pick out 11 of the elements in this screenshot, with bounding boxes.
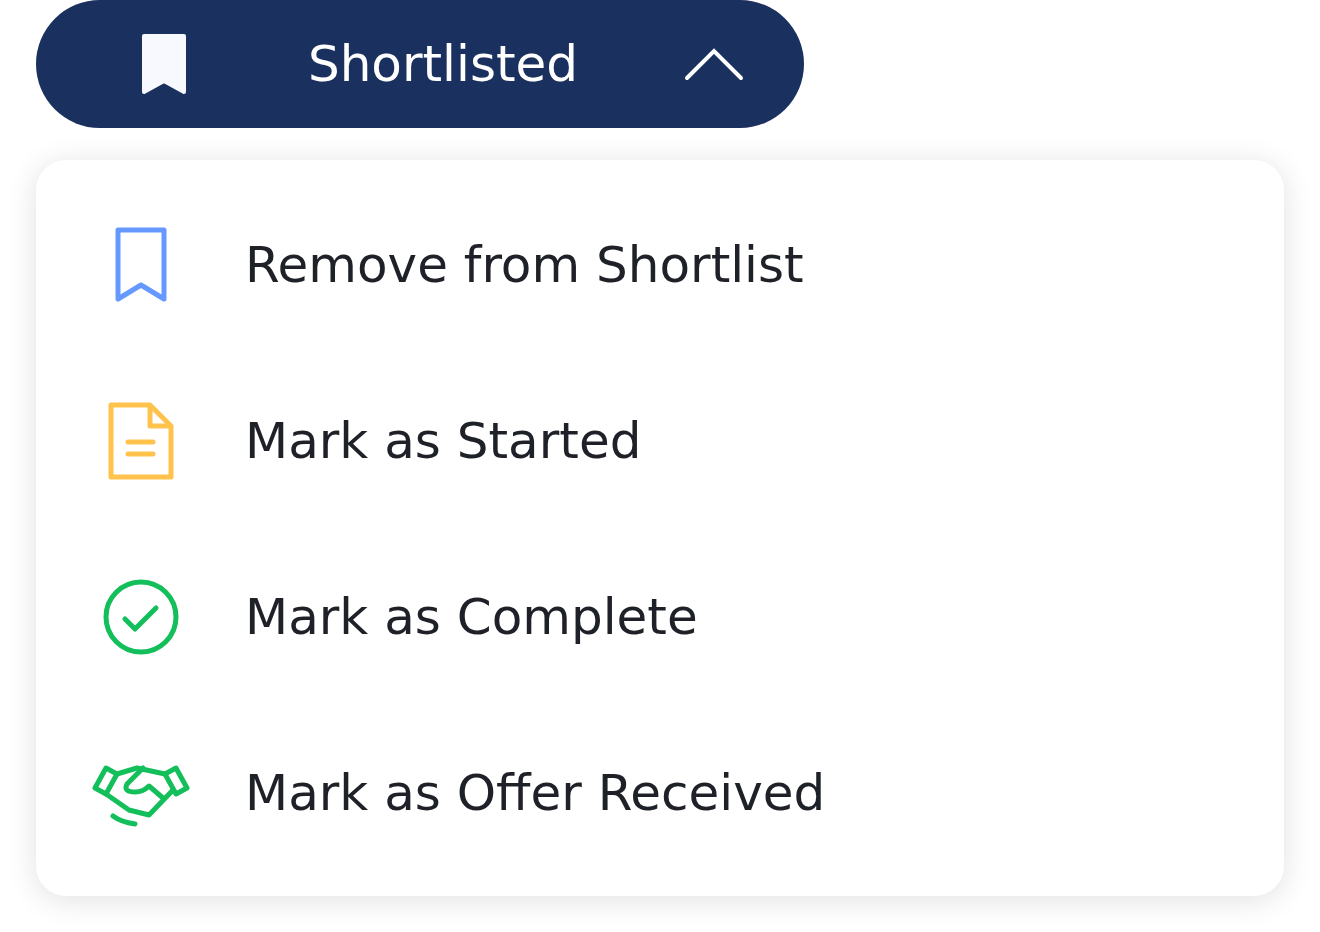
- menu-item-label: Mark as Complete: [245, 588, 698, 646]
- menu-item-label: Mark as Offer Received: [245, 764, 826, 822]
- caret-icon: [684, 47, 744, 81]
- menu-item-label: Remove from Shortlist: [245, 236, 804, 294]
- menu-item[interactable]: Mark as Started: [36, 353, 1284, 529]
- bookmark-icon: [140, 32, 188, 96]
- shortlisted-dropdown-button[interactable]: Shortlisted: [36, 0, 804, 128]
- menu-item[interactable]: Mark as Offer Received: [36, 705, 1284, 881]
- menu-item[interactable]: Mark as Complete: [36, 529, 1284, 705]
- menu-item-label: Mark as Started: [245, 412, 642, 470]
- menu-item[interactable]: Remove from Shortlist: [36, 177, 1284, 353]
